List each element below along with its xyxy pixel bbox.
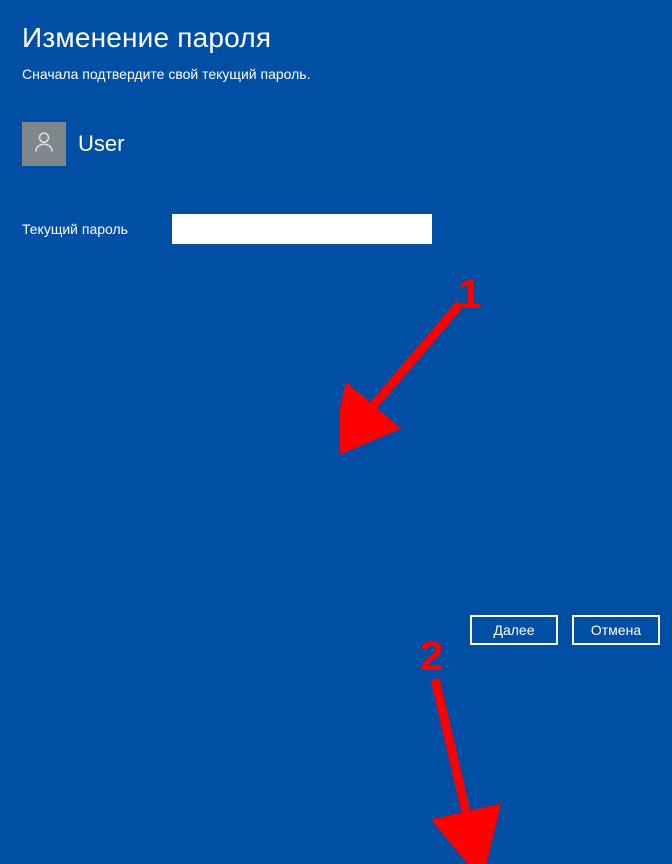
cancel-button[interactable]: Отмена [572, 615, 660, 645]
current-password-input[interactable] [172, 214, 432, 244]
avatar [22, 122, 66, 166]
annotation-number-2: 2 [420, 632, 443, 680]
arrow-1-icon [340, 284, 500, 454]
username-label: User [78, 131, 124, 157]
next-button[interactable]: Далее [470, 615, 558, 645]
user-info-row: User [22, 122, 652, 166]
annotation-number-1: 1 [458, 270, 481, 318]
current-password-row: Текущий пароль [22, 214, 652, 244]
person-icon [31, 129, 57, 160]
action-button-row: Далее Отмена [470, 615, 660, 645]
arrow-2-icon [410, 664, 510, 864]
current-password-label: Текущий пароль [22, 221, 144, 237]
page-title: Изменение пароля [22, 22, 652, 54]
page-subtitle: Сначала подтвердите свой текущий пароль. [22, 66, 652, 82]
